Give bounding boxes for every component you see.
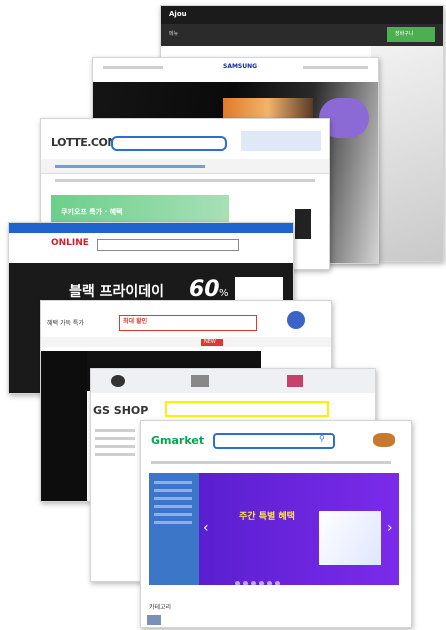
search-input[interactable] xyxy=(165,401,329,417)
left-menu xyxy=(41,351,87,501)
top-nav xyxy=(161,6,443,24)
search-input[interactable] xyxy=(111,136,227,151)
cart-icon[interactable] xyxy=(373,433,395,447)
menu-links[interactable] xyxy=(151,461,391,469)
category-title: 카테고리 xyxy=(149,604,172,611)
dot[interactable] xyxy=(267,581,272,586)
tab-bar xyxy=(41,337,331,347)
brand-logo[interactable]: SAMSUNG xyxy=(223,64,257,70)
promo-text: 블랙 프라이데이 xyxy=(69,284,165,300)
cta-label: 장바구니 xyxy=(395,31,414,37)
dot[interactable] xyxy=(235,581,240,586)
new-badge: NEW xyxy=(201,339,223,346)
cta-button[interactable]: 장바구니 xyxy=(387,27,435,42)
bottom-tab-selected[interactable] xyxy=(147,615,161,625)
search-input[interactable] xyxy=(213,433,335,449)
nav-links xyxy=(103,66,163,74)
dot[interactable] xyxy=(251,581,256,586)
screenshot-7: Gmarket ⚲ 주간 특별 혜택 ‹ › 카테고리 xyxy=(140,420,412,628)
nav-text[interactable]: 혜택 가득 특가 xyxy=(47,321,84,327)
promo-unit: % xyxy=(219,288,229,299)
banner-title: 주간 특별 혜택 xyxy=(239,512,295,522)
product-photo xyxy=(371,46,443,261)
top-ads xyxy=(91,369,375,393)
side-chair xyxy=(295,209,311,239)
banner-text: 쿠키오프 특가 · 혜택 xyxy=(61,208,123,216)
mascot-icon xyxy=(287,311,305,329)
util-links xyxy=(303,66,368,74)
ad-icon-1[interactable] xyxy=(111,375,125,387)
category-items[interactable] xyxy=(55,165,205,173)
site-logo[interactable]: Ajou xyxy=(169,11,187,18)
menu-label[interactable]: 메뉴 xyxy=(169,32,178,37)
site-logo[interactable]: Gmarket xyxy=(151,435,204,446)
badge-label: NEW xyxy=(204,339,216,345)
dot[interactable] xyxy=(275,581,280,586)
chevron-left-icon[interactable]: ‹ xyxy=(203,521,209,535)
side-list[interactable] xyxy=(95,429,135,461)
site-logo[interactable]: ONLINE xyxy=(51,239,89,248)
site-logo[interactable]: GS SHOP xyxy=(93,405,148,416)
sub-category-items[interactable] xyxy=(55,179,315,187)
carousel-dots[interactable] xyxy=(235,571,283,590)
search-input[interactable] xyxy=(97,239,239,251)
search-icon[interactable]: ⚲ xyxy=(319,435,325,443)
ad-icon-2[interactable] xyxy=(191,375,209,387)
gnb-blue xyxy=(9,223,293,233)
product-boxes xyxy=(319,511,381,565)
dot[interactable] xyxy=(259,581,264,586)
promo-text: 최대 할인 xyxy=(123,318,148,325)
ad-icon-3[interactable] xyxy=(287,375,303,387)
promo-percent: 60 xyxy=(189,277,220,302)
site-logo[interactable]: LOTTE.COM xyxy=(51,137,118,148)
chevron-right-icon[interactable]: › xyxy=(387,521,393,535)
dot[interactable] xyxy=(243,581,248,586)
category-items[interactable] xyxy=(154,481,192,529)
top-promo[interactable] xyxy=(241,131,321,151)
